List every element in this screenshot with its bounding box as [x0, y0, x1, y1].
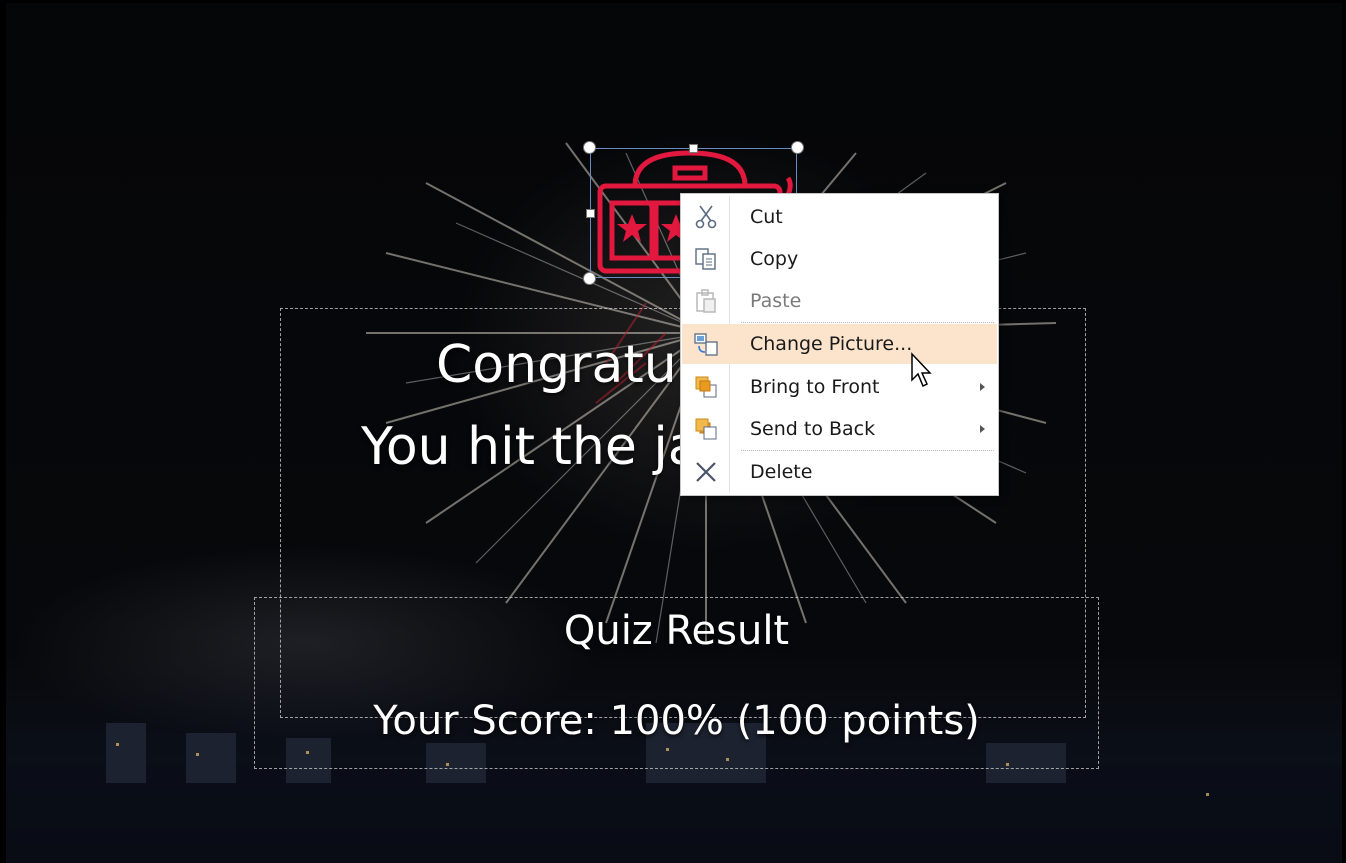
menu-item-label: Delete [750, 461, 813, 483]
paste-icon [696, 289, 716, 313]
quiz-result-title: Quiz Result [563, 608, 790, 654]
submenu-arrow-icon [980, 383, 985, 391]
resize-handle-top-left[interactable] [583, 141, 596, 154]
quiz-result-textbox[interactable]: Quiz Result Your Score: 100% (100 points… [254, 597, 1099, 769]
menu-item-cut[interactable]: Cut [682, 197, 997, 237]
submenu-arrow-icon [980, 425, 985, 433]
menu-item-label: Send to Back [750, 418, 876, 440]
slide-canvas[interactable]: Congratulations! You hit the jackpot! Qu… [6, 3, 1342, 863]
menu-item-delete[interactable]: Delete [682, 452, 997, 492]
menu-item-send-to-back[interactable]: Send to Back [682, 409, 997, 449]
resize-handle-bottom-left[interactable] [583, 272, 596, 285]
change-picture-icon [694, 333, 718, 356]
menu-item-label: Copy [750, 248, 799, 270]
delete-icon [696, 462, 716, 482]
resize-handle-top[interactable] [689, 144, 698, 153]
resize-handle-left[interactable] [586, 209, 595, 218]
menu-item-label: Cut [750, 206, 783, 228]
resize-handle-top-right[interactable] [791, 141, 804, 154]
menu-separator [741, 322, 994, 323]
scissors-icon [695, 205, 717, 229]
menu-item-bring-to-front[interactable]: Bring to Front [682, 367, 997, 407]
menu-separator [741, 450, 994, 451]
send-to-back-icon [695, 418, 717, 440]
menu-item-label: Bring to Front [750, 376, 880, 398]
menu-item-copy[interactable]: Copy [682, 239, 997, 279]
quiz-score-text: Your Score: 100% (100 points) [373, 698, 980, 744]
menu-item-label: Paste [750, 290, 802, 312]
mouse-pointer-icon [911, 352, 932, 388]
copy-icon [695, 248, 716, 270]
context-menu: Cut Copy Paste Change Picture... Bring t… [680, 193, 999, 496]
bring-to-front-icon [695, 376, 717, 398]
menu-item-change-picture[interactable]: Change Picture... [682, 324, 997, 364]
menu-item-label: Change Picture... [750, 333, 913, 355]
menu-item-paste[interactable]: Paste [682, 281, 997, 321]
